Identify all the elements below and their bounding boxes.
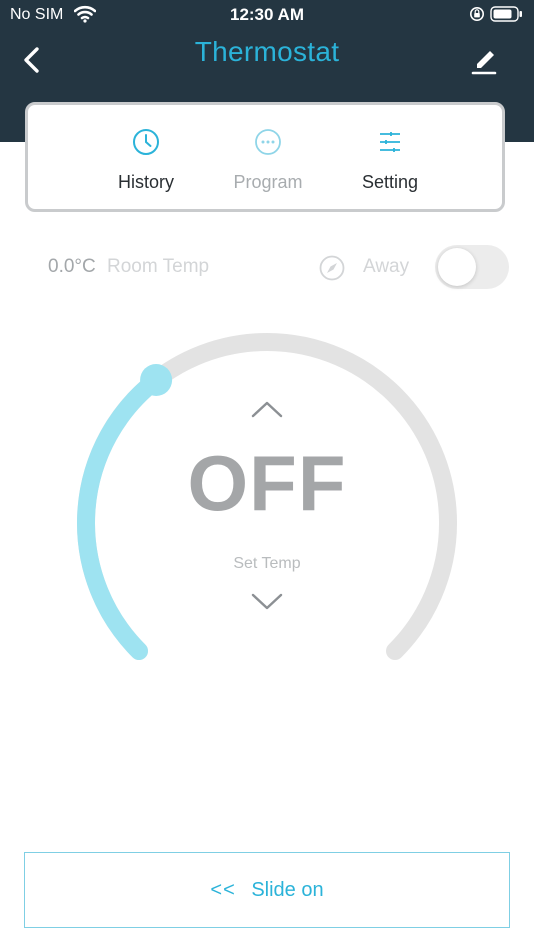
temp-down-button[interactable]: [243, 585, 291, 619]
dial-handle[interactable]: [140, 364, 173, 396]
away-label: Away: [363, 256, 410, 277]
room-temp-value: 0.0°C: [48, 256, 96, 277]
pencil-icon: [466, 51, 502, 84]
slide-arrows: <<: [210, 879, 236, 901]
slide-on-button[interactable]: << Slide on: [24, 852, 510, 928]
tab-setting[interactable]: Setting: [325, 127, 455, 197]
status-time: 12:30 AM: [229, 5, 304, 24]
slide-on-label: Slide on: [251, 879, 324, 901]
set-temp-label: Set Temp: [233, 555, 301, 572]
chevron-up-icon: [243, 401, 291, 430]
battery-icon: [490, 6, 524, 27]
set-temp-display: OFF: [187, 439, 347, 527]
page-title: Thermostat: [194, 36, 340, 67]
room-temp: 0.0°C Room Temp: [48, 256, 209, 278]
temp-up-button[interactable]: [243, 392, 291, 426]
tab-bar: History Program Setting: [25, 102, 505, 212]
chevron-left-icon: [14, 47, 50, 84]
tab-program-label: Program: [233, 172, 303, 192]
away-toggle-knob: [438, 248, 476, 286]
more-horizontal-icon: [203, 127, 333, 162]
tab-program[interactable]: Program: [203, 127, 333, 197]
edit-button[interactable]: [466, 44, 502, 80]
tab-history[interactable]: History: [81, 127, 211, 197]
chevron-down-icon: [243, 593, 291, 623]
compass-icon: [318, 254, 346, 287]
status-bar: No SIM 12:30 AM: [0, 0, 534, 30]
clock-icon: [81, 127, 211, 162]
tab-setting-label: Setting: [361, 172, 419, 192]
rotation-lock-icon: [469, 5, 485, 28]
room-temp-label: Room Temp: [107, 256, 210, 277]
sliders-icon: [325, 127, 455, 162]
away-toggle[interactable]: [435, 245, 509, 289]
tab-history-label: History: [117, 172, 174, 192]
